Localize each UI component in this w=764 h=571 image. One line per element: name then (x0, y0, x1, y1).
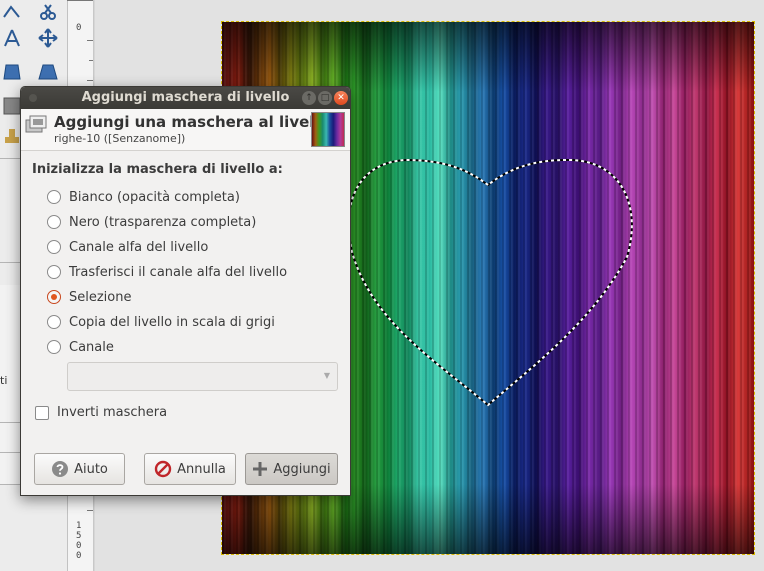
dialog-window-title: Aggiungi maschera di livello (81, 90, 290, 105)
maximize-window-button[interactable]: □ (318, 91, 332, 105)
radio-button[interactable] (47, 340, 61, 354)
toolbox-divider (0, 484, 20, 485)
toolbox-divider (0, 422, 20, 423)
dialog-header-title: Aggiungi una maschera al livello (54, 113, 330, 131)
ruler-number: 5 (76, 531, 82, 541)
shear-tool-icon[interactable] (36, 60, 60, 84)
radio-label: Canale (69, 339, 114, 355)
invert-mask-option[interactable]: Inverti maschera (35, 405, 167, 420)
tool-options-truncated-text: ti (0, 374, 8, 387)
ruler-number: 0 (76, 541, 82, 551)
toolbox-divider (0, 262, 20, 263)
scissors-select-tool-icon[interactable] (36, 0, 60, 24)
option-black-full-transparency[interactable]: Nero (trasparenza completa) (47, 213, 256, 231)
plus-icon (252, 461, 268, 477)
radio-label: Copia del livello in scala di grigi (69, 314, 275, 330)
layer-name-label: righe-10 ([Senzanome]) (54, 132, 186, 145)
option-white-full-opacity[interactable]: Bianco (opacità completa) (47, 188, 240, 206)
help-button[interactable]: Aiuto (34, 453, 125, 485)
radio-label: Canale alfa del livello (69, 239, 209, 255)
layer-mask-icon (25, 115, 47, 133)
init-mask-label: Inizializza la maschera di livello a: (32, 162, 283, 177)
radio-label: Selezione (69, 289, 132, 305)
toolbox-divider (0, 452, 20, 453)
close-window-button[interactable]: ✕ (334, 91, 348, 105)
invert-mask-label: Inverti maschera (57, 405, 168, 420)
cancel-button-label: Annulla (177, 461, 226, 477)
dialog-titlebar[interactable]: Aggiungi maschera di livello ↑ □ ✕ (21, 87, 350, 109)
add-layer-mask-dialog: Aggiungi maschera di livello ↑ □ ✕ Aggiu… (20, 86, 351, 496)
radio-label: Trasferisci il canale alfa del livello (69, 264, 288, 280)
help-icon (51, 460, 69, 478)
layer-thumbnail (311, 112, 345, 147)
channel-select[interactable]: ▼ (67, 362, 338, 391)
radio-button[interactable] (47, 190, 61, 204)
add-button[interactable]: Aggiungi (245, 453, 338, 485)
ruler-number: 0 (76, 23, 82, 33)
radio-label: Nero (trasparenza completa) (69, 214, 257, 230)
invert-mask-checkbox[interactable] (35, 405, 49, 420)
chevron-down-icon: ▼ (323, 371, 330, 380)
radio-button[interactable] (47, 215, 61, 229)
option-selection[interactable]: Selezione (47, 288, 132, 306)
add-button-label: Aggiungi (273, 461, 331, 477)
ruler-number: 1 (76, 521, 82, 531)
paths-tool-icon[interactable] (0, 0, 24, 24)
radio-button[interactable] (47, 315, 61, 329)
radio-button[interactable] (47, 240, 61, 254)
shade-window-button[interactable]: ↑ (302, 91, 316, 105)
ruler-number: 0 (76, 551, 82, 561)
align-tool-icon[interactable] (0, 26, 24, 50)
toolbox-divider (0, 158, 20, 159)
radio-label: Bianco (opacità completa) (69, 189, 240, 205)
radio-button[interactable] (47, 265, 61, 279)
cancel-icon (154, 460, 172, 478)
option-transfer-alpha-channel[interactable]: Trasferisci il canale alfa del livello (47, 263, 287, 281)
perspective-tool-icon[interactable] (0, 60, 24, 84)
option-channel[interactable]: Canale (47, 338, 114, 356)
cancel-button[interactable]: Annulla (144, 453, 236, 485)
dialog-header: Aggiungi una maschera al livello righe-1… (21, 109, 350, 151)
help-button-label: Aiuto (74, 461, 108, 477)
option-layer-alpha-channel[interactable]: Canale alfa del livello (47, 238, 208, 256)
option-grayscale-copy[interactable]: Copia del livello in scala di grigi (47, 313, 275, 331)
radio-button-selected[interactable] (47, 290, 61, 304)
move-tool-icon[interactable] (36, 26, 60, 50)
